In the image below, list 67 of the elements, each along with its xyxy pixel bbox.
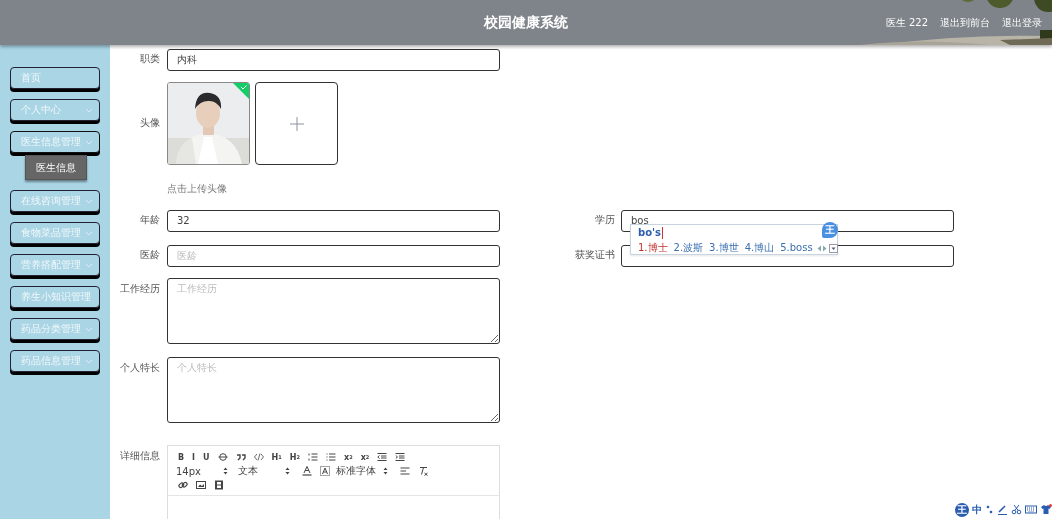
toolbar-button[interactable]: [300, 465, 314, 477]
text-color-icon: [302, 466, 312, 476]
field-label: 详细信息: [119, 449, 160, 463]
submenu-item[interactable]: 医生信息: [25, 155, 87, 180]
toolbar-button[interactable]: [318, 465, 332, 477]
text-area[interactable]: 工作经历: [167, 278, 500, 344]
toolbar-button[interactable]: [212, 479, 226, 491]
sort-arrows-icon: [383, 467, 388, 475]
ime-candidate[interactable]: 4.博山: [744, 242, 775, 254]
field-label: 头像: [139, 116, 160, 130]
sort-arrows-icon: [285, 467, 290, 475]
clear-format-icon: [418, 466, 428, 476]
ime-candidate[interactable]: 1.博士: [638, 242, 668, 254]
toolbar-dropdown[interactable]: 14px: [176, 465, 234, 477]
indent-icon: [395, 452, 406, 462]
quote-icon: [235, 452, 246, 462]
field-label: 个人特长: [119, 361, 160, 375]
field-label: 学历: [594, 213, 615, 227]
toolbar-dropdown[interactable]: 文本: [238, 464, 296, 478]
toolbar-dropdown[interactable]: 标准字体: [336, 464, 394, 478]
ime-candidate[interactable]: 3.博世: [709, 242, 739, 254]
toolbar-button[interactable]: [194, 479, 208, 491]
header-link[interactable]: 退出登录: [1002, 16, 1042, 30]
toolbar-button[interactable]: [251, 451, 266, 463]
punctuation-icon: [985, 504, 994, 515]
toolbar-button[interactable]: I: [190, 451, 198, 463]
image-icon: [196, 480, 206, 490]
align-icon: [400, 466, 410, 476]
numbered-list-icon: [307, 452, 318, 462]
ime-mode-toggle[interactable]: 中: [972, 502, 982, 517]
upload-hint: 点击上传头像: [167, 183, 227, 195]
pen-icon: [997, 504, 1008, 515]
outdent-icon: [377, 452, 388, 462]
ime-logo: 王: [822, 222, 838, 238]
bullet-list-icon: [325, 452, 336, 462]
user-label: 医生 222: [885, 16, 928, 30]
highlight-icon: [320, 466, 330, 476]
ime-composition: bo's: [638, 227, 664, 239]
ime-candidate[interactable]: 2.波斯: [673, 242, 704, 254]
page-arrows-icon: [816, 244, 827, 252]
toolbar-button[interactable]: B: [176, 451, 187, 463]
app-title: 校园健康系统: [484, 13, 568, 32]
field-label: 工作经历: [119, 282, 160, 296]
code-icon: [253, 452, 264, 462]
field-label: 医龄: [139, 248, 160, 262]
strikethrough-icon: [217, 452, 228, 462]
toolbar-button[interactable]: U: [201, 451, 212, 463]
field-label: 职类: [139, 52, 160, 66]
field-label: 年龄: [139, 213, 160, 227]
input-field[interactable]: 医龄: [167, 244, 500, 267]
link-icon: [178, 480, 188, 490]
sort-arrows-icon: [223, 467, 228, 475]
film-icon: [214, 480, 224, 490]
plus-icon: [289, 116, 304, 131]
keyboard-icon: [1025, 504, 1037, 515]
shirt-icon: [1040, 504, 1052, 515]
input-field[interactable]: 32: [167, 209, 500, 232]
field-label: 获奖证书: [574, 248, 615, 262]
input-field[interactable]: 内科: [167, 49, 500, 71]
toolbar-button[interactable]: [375, 451, 390, 463]
toolbar-button[interactable]: [393, 451, 408, 463]
scissors-icon: [1011, 504, 1022, 515]
upload-button[interactable]: [255, 82, 338, 165]
toolbar-button[interactable]: [176, 479, 190, 491]
header-link[interactable]: 退出到前台: [940, 16, 990, 30]
ime-logo[interactable]: 王: [955, 502, 969, 517]
ime-candidate[interactable]: 5.boss: [780, 242, 813, 254]
